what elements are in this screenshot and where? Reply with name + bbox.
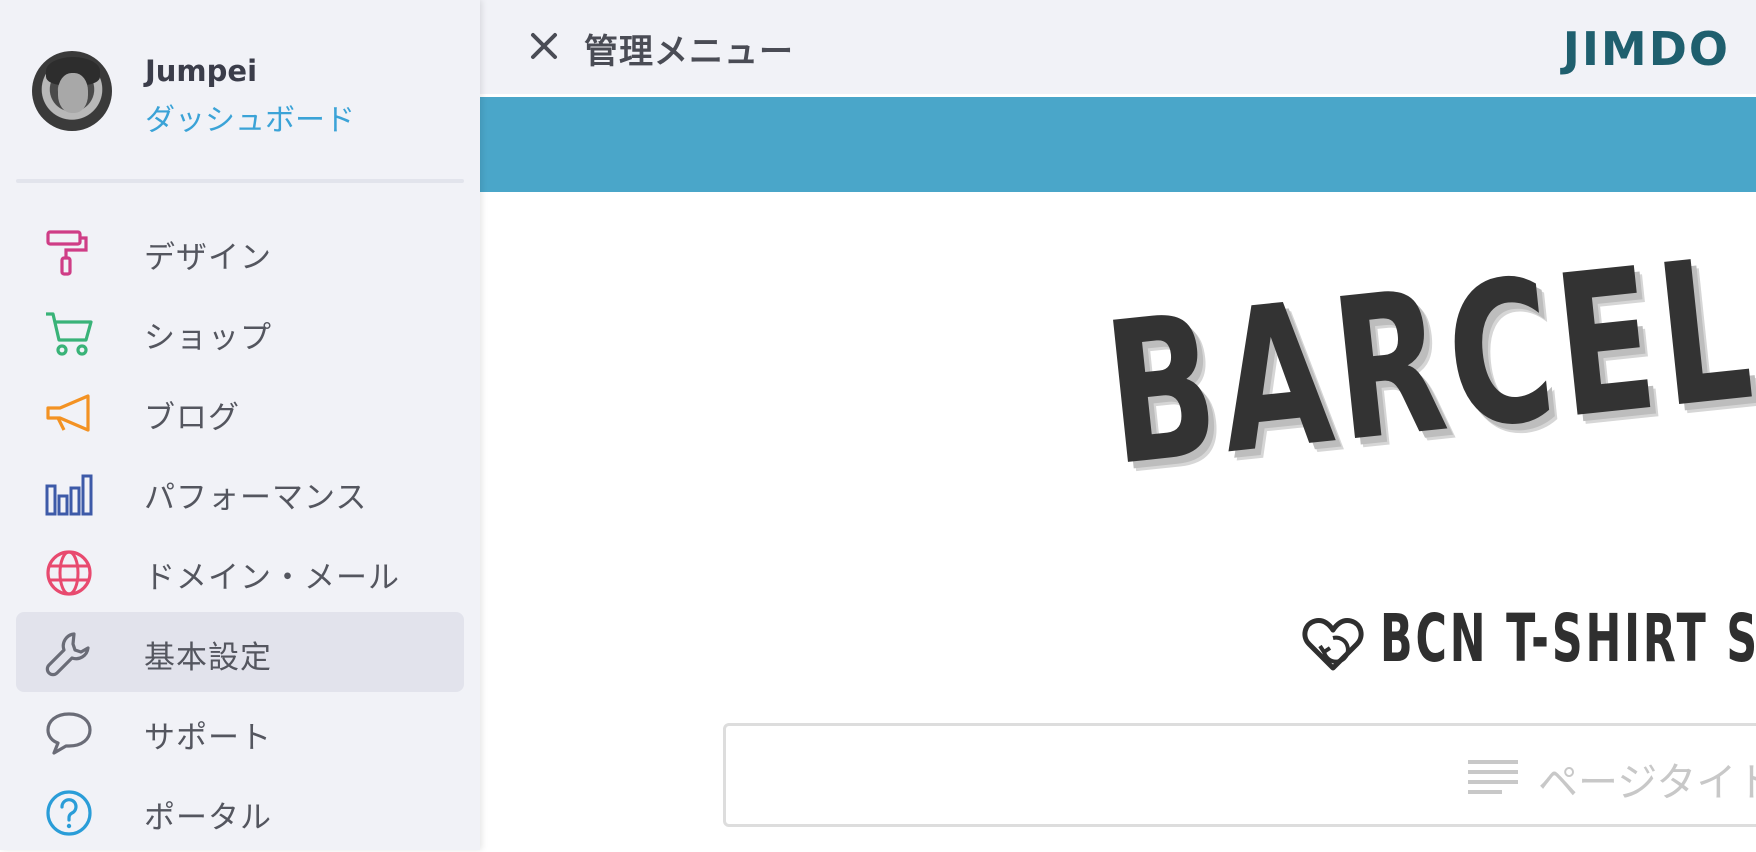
jimdo-logo[interactable]: JIMDO [1563,22,1730,76]
sidebar-item-label: 基本設定 [144,640,272,676]
heart-icon [1302,618,1364,671]
close-icon[interactable] [524,26,564,66]
page-title-input[interactable]: ページタイト [723,723,1756,827]
sidebar-item-support[interactable]: サポート [16,692,464,772]
question-circle-icon [46,790,92,836]
sidebar-item-label: パフォーマンス [144,480,368,516]
sidebar-item-shop[interactable]: ショップ [16,292,464,372]
shopping-cart-icon [46,312,93,356]
text-lines-icon [1468,760,1518,794]
sidebar-item-design[interactable]: デザイン [16,212,464,292]
profile-name: Jumpei [145,54,258,88]
sidebar-nav: デザイン ショップ ブログ パフォーマンス ドメイン・メール 基本設定 サポート… [16,212,464,852]
sidebar-item-blog[interactable]: ブログ [16,372,464,452]
wrench-icon [45,632,90,677]
sidebar-item-settings[interactable]: 基本設定 [16,612,464,692]
site-preview: BARCEL BCN T-SHIRT S ページタイト [480,192,1756,850]
globe-icon [46,550,92,596]
admin-topbar: 管理メニュー JIMDO [480,0,1756,94]
sidebar-item-performance[interactable]: パフォーマンス [16,452,464,532]
speech-bubble-icon [46,712,92,755]
page-title-placeholder: ページタイト [1538,760,1756,806]
bar-chart-icon [45,474,93,516]
avatar[interactable] [32,51,112,131]
sidebar-item-domain-mail[interactable]: ドメイン・メール [16,532,464,612]
sidebar-divider [16,179,464,183]
sidebar-item-portal[interactable]: ポータル [16,772,464,852]
avatar-face [58,73,88,113]
site-header-band [480,97,1756,192]
sidebar-item-label: ブログ [144,400,240,436]
paint-roller-icon [46,230,88,276]
sidebar-item-label: デザイン [144,240,272,276]
megaphone-icon [46,394,90,432]
site-logo-text[interactable]: BARCEL [1096,215,1756,510]
tagline-text: BCN T-SHIRT S [1380,600,1756,677]
sidebar-item-label: ショップ [144,320,272,356]
admin-sidebar: Jumpei ダッシュボード デザイン ショップ ブログ パフォーマンス ドメイ… [0,0,480,850]
dashboard-link[interactable]: ダッシュボード [145,95,355,139]
sidebar-item-label: ポータル [144,800,272,836]
page-title: 管理メニュー [584,32,794,72]
profile-section: Jumpei ダッシュボード [0,0,480,180]
sidebar-item-label: ドメイン・メール [144,560,400,596]
sidebar-item-label: サポート [144,720,272,756]
